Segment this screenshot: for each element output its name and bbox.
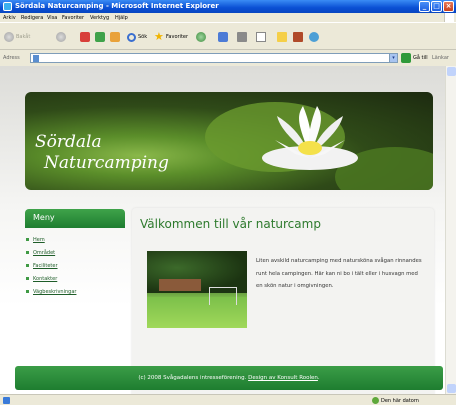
scroll-up-icon[interactable] [447,67,456,76]
go-button[interactable]: Gå till [413,55,428,61]
browser-viewport: Sördala Naturcamping Meny Hem Området Fa… [0,66,456,394]
menu-link[interactable]: Hem [33,237,45,243]
edit-button[interactable] [256,31,268,43]
ie-icon [3,2,12,11]
favorites-button[interactable]: ★ Favoriter [154,31,188,43]
campsite-photo [147,251,247,328]
menu-bar: Arkiv Redigera Visa Favoriter Verktyg Hj… [0,13,456,22]
back-label: Bakåt [16,34,31,40]
page-status-icon [3,397,10,404]
page-footer: (c) 2008 Svågadalens intresseförening. D… [15,366,443,390]
menu-item-kontakter[interactable]: Kontakter [25,275,125,288]
back-arrow-icon [4,32,14,42]
star-icon: ★ [154,30,164,43]
footer-design-link[interactable]: Design av Konsult Roolen [248,375,318,381]
refresh-button[interactable] [95,31,107,43]
stop-button[interactable] [80,31,92,43]
go-arrow-icon[interactable] [401,53,411,63]
close-button[interactable]: × [443,1,454,12]
minimize-button[interactable]: _ [419,1,430,12]
home-icon [110,32,120,42]
menu-item-vagbeskrivningar[interactable]: Vägbeskrivningar [25,288,125,301]
toolbar: Bakåt Sök ★ Favoriter [0,22,456,50]
address-label: Adress [3,55,20,61]
address-dropdown-icon[interactable]: ▾ [389,53,398,63]
scroll-down-icon[interactable] [447,384,456,393]
window-titlebar: Sördala Naturcamping - Microsoft Interne… [0,0,456,13]
stop-icon [80,32,90,42]
history-icon [196,32,206,42]
menu-visa[interactable]: Visa [47,15,57,21]
footer-copyright: (c) 2008 Svågadalens intresseförening. [138,375,247,381]
menu-heading: Meny [25,209,125,228]
research-button[interactable] [293,31,305,43]
menu-verktyg[interactable]: Verktyg [90,15,109,21]
menu-item-omradet[interactable]: Området [25,249,125,262]
mail-icon [218,32,228,42]
computer-zone-icon [372,397,379,404]
security-zone: Den här datorn [381,398,419,404]
refresh-icon [95,32,105,42]
messenger-button[interactable] [309,31,321,43]
links-button[interactable]: Länkar [432,55,449,61]
print-button[interactable] [237,31,249,43]
banner-title-line2: Naturcamping [44,153,169,173]
menu-redigera[interactable]: Redigera [21,15,43,21]
water-lily-image [262,106,358,170]
search-label: Sök [138,34,148,40]
search-button[interactable]: Sök [127,31,147,43]
folder-icon [277,32,287,42]
photo-swing [209,287,237,305]
folder-button[interactable] [277,31,289,43]
menu-link[interactable]: Vägbeskrivningar [33,289,76,295]
research-icon [293,32,303,42]
menu-item-faciliteter[interactable]: Faciliteter [25,262,125,275]
page-icon [33,55,39,62]
menu-favoriter[interactable]: Favoriter [62,15,84,21]
header-banner: Sördala Naturcamping [25,92,433,190]
forward-button[interactable] [56,31,68,43]
favorites-label: Favoriter [166,34,189,40]
back-button[interactable]: Bakåt [4,31,30,43]
messenger-icon [309,32,319,42]
print-icon [237,32,247,42]
menu-arkiv[interactable]: Arkiv [3,15,16,21]
side-menu: Meny Hem Området Faciliteter Kontakter V… [25,209,125,295]
history-button[interactable] [196,31,208,43]
menu-link[interactable]: Faciliteter [33,263,58,269]
banner-title-line1: Sördala [35,132,102,152]
menu-hjalp[interactable]: Hjälp [115,15,128,21]
vertical-scrollbar[interactable] [445,66,456,394]
menu-link[interactable]: Kontakter [33,276,57,282]
maximize-button[interactable]: □ [431,1,442,12]
window-title: Sördala Naturcamping - Microsoft Interne… [15,2,219,10]
document-icon [256,32,266,42]
home-button[interactable] [110,31,122,43]
mail-button[interactable] [218,31,230,43]
intro-text: Liten avskild naturcamping med naturskön… [256,258,422,289]
address-input[interactable] [30,53,398,63]
address-bar: Adress ▾ Gå till Länkar [0,50,456,66]
web-page: Sördala Naturcamping Meny Hem Området Fa… [0,66,445,394]
menu-link[interactable]: Området [33,250,55,256]
status-bar: Den här datorn [0,394,456,405]
photo-house [159,279,201,291]
windows-logo-icon [444,13,454,22]
page-heading: Välkommen till vår naturcamp [140,217,321,231]
menu-item-hem[interactable]: Hem [25,236,125,249]
search-icon [127,32,136,42]
forward-arrow-icon [56,32,66,42]
